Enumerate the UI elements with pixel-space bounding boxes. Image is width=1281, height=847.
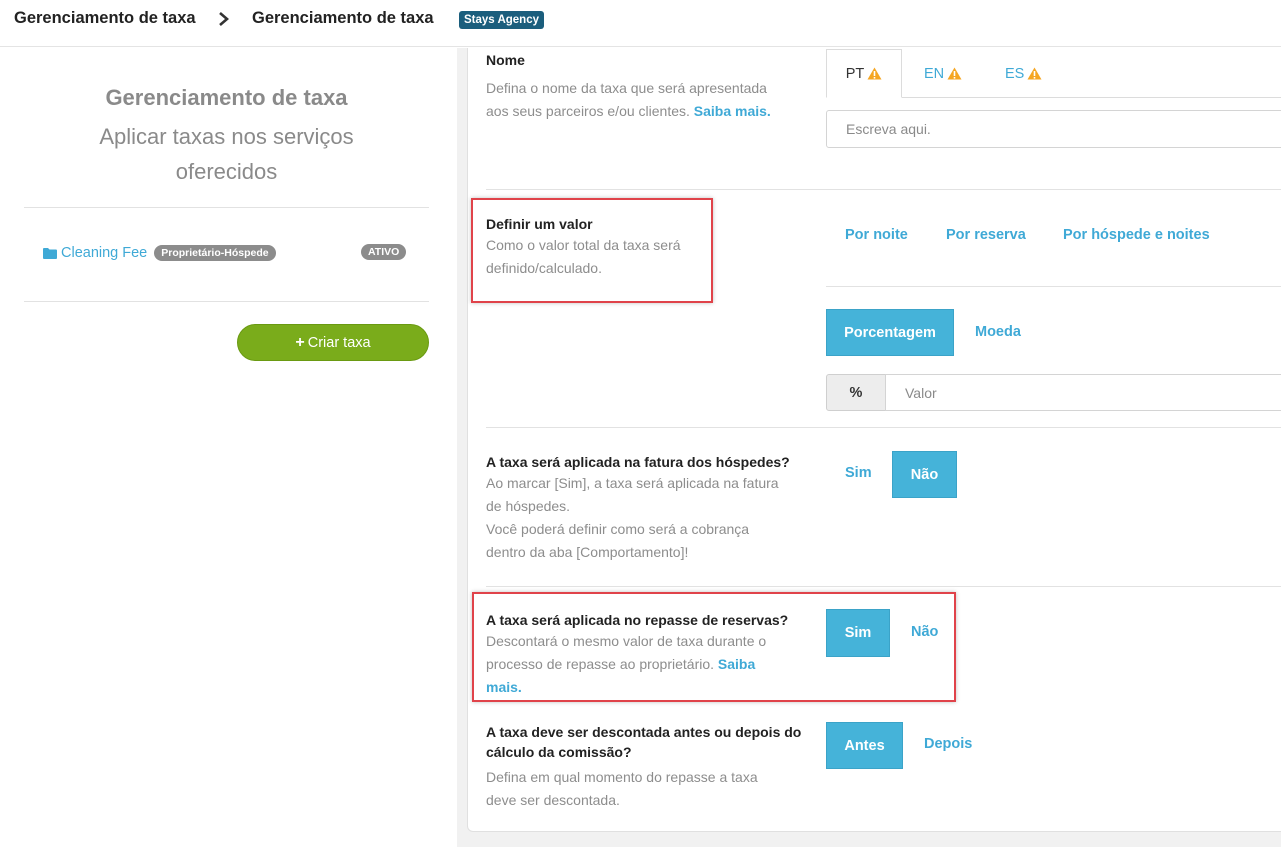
divider bbox=[24, 301, 429, 302]
fee-list-item[interactable]: Cleaning Fee Proprietário-Hóspede bbox=[43, 245, 276, 261]
invoice-desc-line2: de hóspedes. bbox=[486, 498, 571, 514]
fee-name-placeholder: Escreva aqui. bbox=[846, 121, 931, 137]
status-badge: ATIVO bbox=[361, 244, 407, 260]
name-desc-line1: Defina o nome da taxa que será apresenta… bbox=[486, 80, 767, 96]
divider bbox=[486, 189, 1281, 190]
commission-desc-line2: deve ser descontada. bbox=[486, 792, 620, 808]
name-section-title: Nome bbox=[486, 52, 525, 68]
divider bbox=[24, 207, 429, 208]
option-per-booking[interactable]: Por reserva bbox=[946, 227, 1026, 243]
commission-title-line1: A taxa deve ser descontada antes ou depo… bbox=[486, 724, 802, 740]
fee-name-input[interactable]: Escreva aqui. bbox=[826, 110, 1281, 148]
commission-before-button[interactable]: Antes bbox=[826, 722, 903, 769]
divider bbox=[826, 286, 1281, 287]
tab-pt[interactable]: PT bbox=[826, 49, 902, 98]
highlight-box bbox=[471, 198, 713, 303]
form-panel bbox=[467, 48, 1281, 832]
invoice-no-button[interactable]: Não bbox=[892, 451, 957, 498]
sidebar-title: Gerenciamento de taxa bbox=[105, 85, 348, 110]
fee-name[interactable]: Cleaning Fee bbox=[61, 245, 147, 261]
invoice-section-title: A taxa será aplicada na fatura dos hóspe… bbox=[486, 454, 790, 470]
percent-addon: % bbox=[826, 374, 886, 411]
agency-badge: Stays Agency bbox=[459, 11, 544, 29]
commission-after-button[interactable]: Depois bbox=[924, 736, 972, 752]
breadcrumb-item-current: Gerenciamento de taxa bbox=[252, 9, 434, 27]
learn-more-link[interactable]: Saiba mais. bbox=[694, 103, 771, 119]
value-input[interactable]: Valor bbox=[885, 374, 1281, 411]
create-fee-button[interactable]: + Criar taxa bbox=[237, 324, 429, 361]
invoice-yes-button[interactable]: Sim bbox=[845, 465, 872, 481]
invoice-section-desc: Ao marcar [Sim], a taxa será aplicada na… bbox=[486, 472, 779, 564]
percentage-button[interactable]: Porcentagem bbox=[826, 309, 954, 356]
commission-title-line2: cálculo da comissão? bbox=[486, 744, 632, 760]
language-tabs: PT EN ES bbox=[826, 49, 1281, 98]
tab-es[interactable]: ES bbox=[1005, 49, 1042, 98]
sidebar-subtitle: Aplicar taxas nos serviços oferecidos bbox=[24, 119, 429, 189]
option-per-guest-nights[interactable]: Por hóspede e noites bbox=[1063, 227, 1210, 243]
name-desc-line2: aos seus parceiros e/ou clientes. Saiba … bbox=[486, 100, 771, 123]
invoice-desc-line4: dentro da aba [Comportamento]! bbox=[486, 544, 689, 560]
sidebar-subtitle-line1: Aplicar taxas nos serviços bbox=[99, 124, 354, 149]
option-per-night[interactable]: Por noite bbox=[845, 227, 908, 243]
tab-pt-label: PT bbox=[845, 65, 865, 82]
commission-section-desc: Defina em qual momento do repasse a taxa… bbox=[486, 766, 758, 812]
divider bbox=[486, 427, 1281, 428]
warning-icon bbox=[947, 67, 962, 80]
commission-desc-line1: Defina em qual momento do repasse a taxa bbox=[486, 769, 758, 785]
warning-icon bbox=[1027, 67, 1042, 80]
plus-icon: + bbox=[295, 333, 305, 351]
value-placeholder: Valor bbox=[905, 384, 937, 401]
commission-section-title: A taxa deve ser descontada antes ou depo… bbox=[486, 722, 801, 762]
divider bbox=[486, 586, 1281, 587]
chevron-right-icon bbox=[219, 12, 229, 26]
sidebar-subtitle-line2: oferecidos bbox=[175, 159, 278, 184]
top-bar: Gerenciamento de taxa Gerenciamento de t… bbox=[0, 0, 1281, 47]
highlight-box bbox=[472, 592, 956, 702]
tab-es-label: ES bbox=[1005, 65, 1025, 82]
tab-en-label: EN bbox=[924, 65, 945, 82]
name-desc-text: aos seus parceiros e/ou clientes. bbox=[486, 103, 690, 119]
create-fee-label: Criar taxa bbox=[307, 334, 371, 351]
name-section-desc: Defina o nome da taxa que será apresenta… bbox=[486, 77, 771, 123]
warning-icon bbox=[867, 67, 882, 80]
invoice-desc-line3: Você poderá definir como será a cobrança bbox=[486, 521, 750, 537]
fee-type-badge: Proprietário-Hóspede bbox=[154, 245, 276, 261]
invoice-desc-line1: Ao marcar [Sim], a taxa será aplicada na… bbox=[486, 475, 779, 491]
currency-button[interactable]: Moeda bbox=[975, 324, 1021, 340]
folder-icon bbox=[43, 247, 57, 259]
sidebar: Gerenciamento de taxa Aplicar taxas nos … bbox=[0, 48, 457, 847]
tab-en[interactable]: EN bbox=[924, 49, 962, 98]
breadcrumb-item-root[interactable]: Gerenciamento de taxa bbox=[14, 9, 196, 28]
